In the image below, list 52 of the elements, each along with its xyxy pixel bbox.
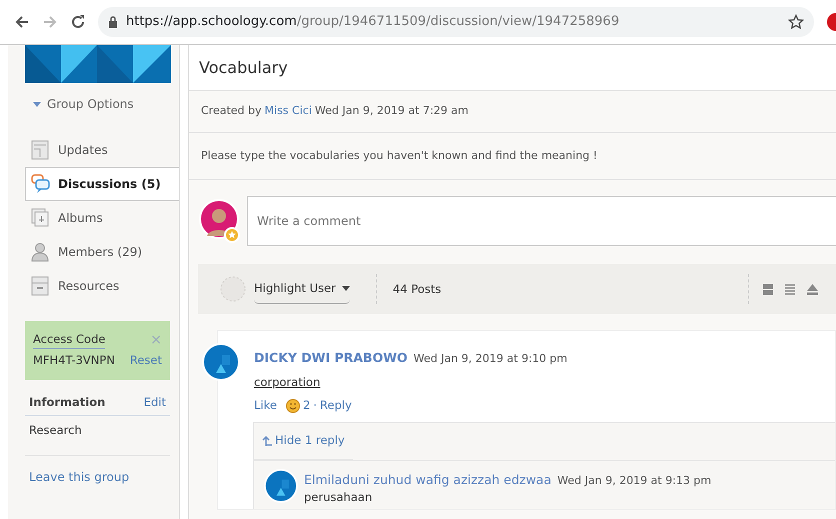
sidebar-nav-item[interactable]: Members (29) [25,235,179,269]
reply-time: Wed Jan 9, 2019 at 9:13 pm [557,472,712,488]
access-code-label: Access Code [33,331,106,350]
star-icon[interactable] [788,14,804,30]
discussions-icon [31,174,50,194]
discussion-description: Please type the vocabularies you haven't known and find the meaning ! [201,148,598,164]
albums-icon [31,208,50,228]
collapse-icon[interactable] [807,284,818,294]
hide-replies-link[interactable]: Hide 1 reply [254,423,353,460]
sidebar-nav-item[interactable]: Discussions (5) [25,167,179,201]
caret-icon [33,102,41,106]
lock-icon [108,16,118,28]
information-heading: Information [29,394,106,410]
reply-author-link[interactable]: Elmiladuni zuhud wafig azizzah edzwaa [304,470,552,490]
sidebar-nav-item[interactable]: Resources [25,269,179,303]
like-link[interactable]: Like [254,397,277,414]
discussion-title: Vocabulary [199,56,288,78]
comment-author-link[interactable]: DICKY DWI PRABOWO [254,349,408,368]
comment-text: corporation [254,374,322,391]
list-view-icon[interactable] [785,284,795,294]
created-by-label: Created by [201,103,262,120]
highlight-user-dropdown[interactable]: Highlight User [254,274,350,304]
user-avatar [199,198,241,244]
sidebar-nav-item[interactable]: Updates [25,133,179,167]
leave-group-link[interactable]: Leave this group [25,456,170,498]
reply-link[interactable]: Reply [320,397,352,414]
reload-icon[interactable] [70,14,86,30]
sidebar-nav-item[interactable]: Albums [25,201,179,235]
access-code-value: MFH4T-3VNPN [33,352,115,370]
created-time: Wed Jan 9, 2019 at 7:29 am [314,103,469,120]
resources-icon [31,276,50,296]
post-count: 44 Posts [376,274,442,304]
caret-icon [342,286,350,291]
information-text: Research [25,416,170,456]
edit-link[interactable]: Edit [144,394,166,411]
group-options-link[interactable]: Group Options [47,95,134,113]
user-avatar [264,468,298,502]
separator-dot: · [313,397,317,414]
author-link[interactable]: Miss Cici [264,103,312,120]
reply-arrow-icon [262,436,272,446]
profile-icon[interactable] [826,13,836,31]
highlight-avatar-icon [220,276,246,302]
expanded-view-icon[interactable] [763,284,773,294]
members-icon [31,242,50,262]
like-count: 2 [302,397,310,414]
comment-field[interactable]: Write a comment [247,196,836,246]
comment-time: Wed Jan 9, 2019 at 9:10 pm [414,351,568,367]
reset-link[interactable]: Reset [130,352,162,370]
reply-text: perusahaan [304,489,374,506]
smiley-icon [286,398,300,414]
back-icon[interactable] [14,14,30,30]
updates-icon [31,140,50,160]
